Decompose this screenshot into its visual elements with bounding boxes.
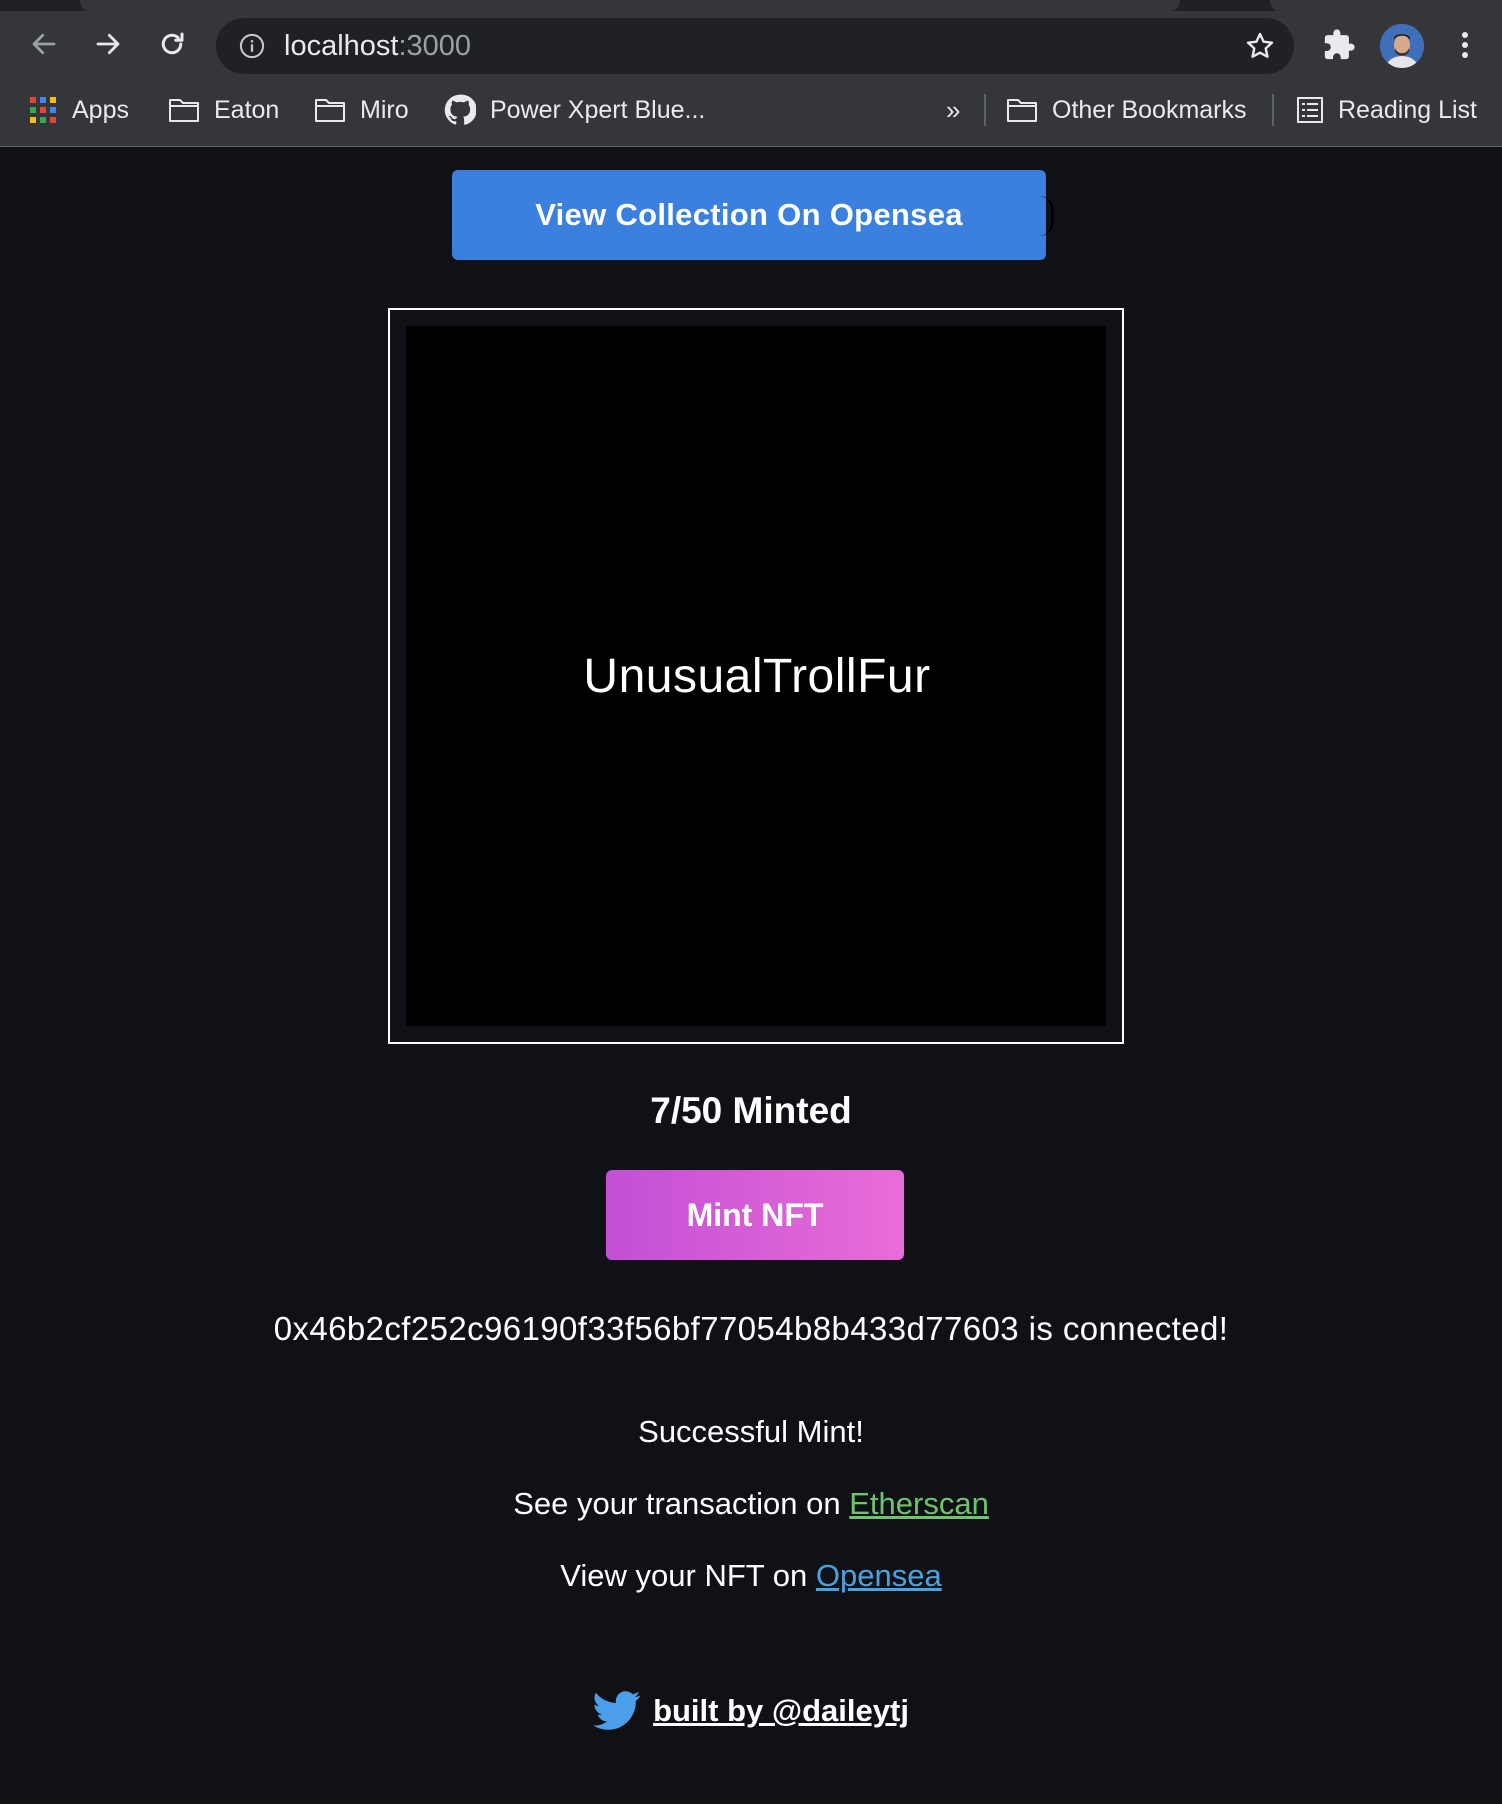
reading-list-icon: [1297, 97, 1323, 123]
extensions-puzzle-icon[interactable]: [1322, 28, 1356, 62]
folder-icon: [1007, 99, 1037, 122]
reload-icon: [161, 32, 184, 55]
folder-icon: [315, 99, 345, 122]
url-text[interactable]: localhost:3000: [284, 30, 471, 62]
bookmarks-bar: Apps Eaton Miro Power Xpert Blue... » Ot…: [0, 88, 1502, 132]
bookmarks-overflow-button[interactable]: »: [946, 88, 960, 132]
opensea-line: View your NFT on Opensea: [0, 1558, 1502, 1594]
bookmark-label: Eaton: [214, 95, 280, 124]
etherscan-link[interactable]: Etherscan: [849, 1486, 989, 1521]
twitter-bird-icon[interactable]: [593, 1690, 641, 1732]
address-bar[interactable]: localhost:3000: [216, 18, 1294, 74]
new-tab-area[interactable]: [1270, 0, 1502, 11]
apps-grid-icon: [30, 97, 56, 123]
bookmark-label: Apps: [72, 95, 129, 124]
view-collection-button[interactable]: View Collection On Opensea: [452, 170, 1046, 260]
more-menu-icon[interactable]: [1452, 28, 1478, 62]
bookmark-star-icon[interactable]: [1244, 30, 1276, 62]
mint-nft-button[interactable]: Mint NFT: [606, 1170, 904, 1260]
other-bookmarks-label: Other Bookmarks: [1052, 95, 1247, 124]
reading-list-label: Reading List: [1338, 95, 1477, 124]
etherscan-line: See your transaction on Etherscan: [0, 1486, 1502, 1522]
bookmark-eaton[interactable]: Eaton: [168, 88, 279, 132]
wallet-connected-message: 0x46b2cf252c96190f33f56bf77054b8b433d776…: [273, 1310, 1229, 1347]
bookmarks-divider: [1272, 94, 1274, 126]
opensea-link[interactable]: Opensea: [816, 1558, 942, 1593]
bookmark-power-xpert[interactable]: Power Xpert Blue...: [444, 88, 705, 132]
arrow-right-icon: [96, 33, 120, 55]
back-button[interactable]: [22, 22, 66, 66]
success-message: Successful Mint!: [638, 1414, 864, 1449]
arrow-left-icon: [32, 33, 56, 55]
other-bookmarks[interactable]: Other Bookmarks: [1006, 88, 1247, 132]
active-tab[interactable]: [80, 0, 1180, 11]
reload-button[interactable]: [150, 22, 194, 66]
avatar-person-icon: [1380, 24, 1424, 68]
info-icon[interactable]: [238, 32, 266, 60]
page-content: View Collection On Opensea UnusualTrollF…: [0, 148, 1502, 1804]
profile-avatar[interactable]: [1380, 24, 1424, 68]
etherscan-prefix: See your transaction on: [513, 1486, 850, 1521]
bookmark-label: Miro: [360, 95, 409, 124]
nft-name: UnusualTrollFur: [583, 649, 931, 703]
built-by-link[interactable]: built by @daileytj: [653, 1693, 909, 1729]
button-outline-artifact: [1040, 196, 1054, 236]
opensea-prefix: View your NFT on: [560, 1558, 816, 1593]
nft-image: UnusualTrollFur: [406, 326, 1106, 1026]
github-icon: [444, 94, 476, 125]
url-port: :3000: [398, 30, 472, 62]
forward-button[interactable]: [86, 22, 130, 66]
browser-chrome: localhost:3000 Apps Eaton Miro Power Xpe…: [0, 0, 1502, 147]
bookmark-apps[interactable]: Apps: [28, 88, 129, 132]
bookmark-label: Power Xpert Blue...: [490, 95, 706, 124]
tab-strip: [0, 0, 1502, 11]
minted-count: 7/50 Minted: [650, 1090, 852, 1131]
folder-icon: [169, 99, 199, 122]
bookmark-miro[interactable]: Miro: [314, 88, 409, 132]
url-host: localhost: [284, 30, 399, 62]
nft-preview-frame: UnusualTrollFur: [388, 308, 1124, 1044]
reading-list[interactable]: Reading List: [1296, 88, 1477, 132]
bookmarks-divider: [984, 94, 986, 126]
footer: built by @daileytj: [0, 1686, 1502, 1736]
